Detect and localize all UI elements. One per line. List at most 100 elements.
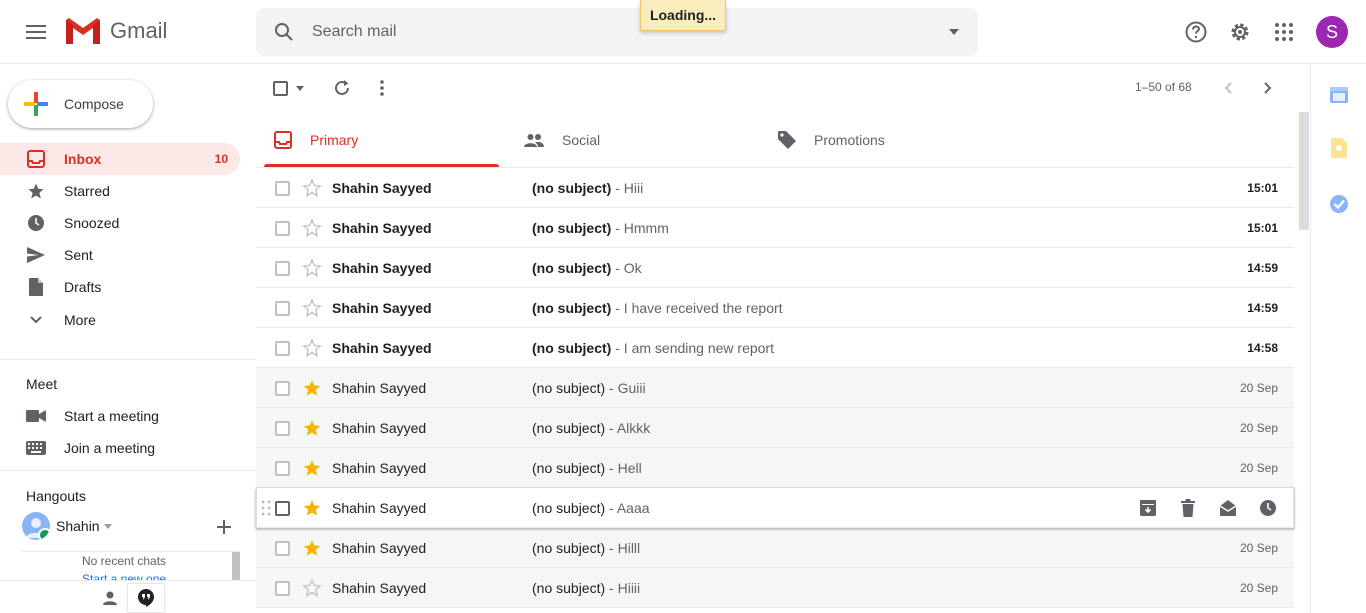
newer-page-button[interactable] xyxy=(1212,72,1244,104)
nav-item-more[interactable]: More xyxy=(0,304,240,336)
row-checkbox[interactable] xyxy=(275,341,290,356)
add-chat-icon[interactable] xyxy=(214,517,234,537)
email-row[interactable]: Shahin Sayyed (no subject) - Hiiii 20 Sep xyxy=(256,568,1294,608)
email-date: 14:59 xyxy=(1247,261,1278,275)
nav-label: Join a meeting xyxy=(64,440,156,456)
email-row[interactable]: Shahin Sayyed (no subject) - Alkkk 20 Sep xyxy=(256,408,1294,448)
select-all-button[interactable] xyxy=(266,72,310,104)
category-tabs: Primary Social Promotions xyxy=(256,112,1294,168)
contacts-tab[interactable] xyxy=(92,584,128,612)
email-subject: (no subject) xyxy=(532,540,606,556)
email-sender: Shahin Sayyed xyxy=(332,300,432,316)
star-outline-icon[interactable] xyxy=(302,298,322,318)
star-filled-icon[interactable] xyxy=(302,458,322,478)
email-subject: (no subject) xyxy=(532,500,606,516)
tab-promotions[interactable]: Promotions xyxy=(778,112,1018,168)
star-outline-icon[interactable] xyxy=(302,178,322,198)
mark-as-read-button[interactable] xyxy=(1214,494,1242,522)
email-row[interactable]: Shahin Sayyed (no subject) - Ok 14:59 xyxy=(256,248,1294,288)
star-outline-icon[interactable] xyxy=(302,258,322,278)
email-sender: Shahin Sayyed xyxy=(332,380,427,396)
refresh-button[interactable] xyxy=(326,72,358,104)
more-actions-button[interactable] xyxy=(366,72,398,104)
nav-item-sent[interactable]: Sent xyxy=(0,239,240,271)
email-row[interactable]: Shahin Sayyed (no subject) - Aaaa xyxy=(256,488,1294,528)
star-filled-icon[interactable] xyxy=(302,538,322,558)
support-button[interactable] xyxy=(1176,12,1216,52)
tab-primary[interactable]: Primary xyxy=(274,112,509,168)
tab-label: Social xyxy=(562,132,601,148)
search-input[interactable] xyxy=(312,20,912,44)
email-row[interactable]: Shahin Sayyed (no subject) - I have recei… xyxy=(256,288,1294,328)
nav-item-snoozed[interactable]: Snoozed xyxy=(0,207,240,239)
hamburger-menu-icon xyxy=(26,25,46,39)
row-checkbox[interactable] xyxy=(275,461,290,476)
email-row[interactable]: Shahin Sayyed (no subject) - I am sending… xyxy=(256,328,1294,368)
email-row[interactable]: Shahin Sayyed (no subject) - Hmmm 15:01 xyxy=(256,208,1294,248)
archive-icon xyxy=(1140,500,1156,516)
draft-icon xyxy=(26,277,46,297)
star-outline-icon[interactable] xyxy=(302,578,322,598)
tasks-addon-button[interactable] xyxy=(1329,194,1349,214)
email-snippet: - I have received the report xyxy=(611,300,783,316)
email-row[interactable]: Shahin Sayyed (no subject) - Guiii 20 Sep xyxy=(256,368,1294,408)
email-row[interactable]: Shahin Sayyed (no subject) - Hiii 15:01 xyxy=(256,168,1294,208)
loading-indicator: Loading... xyxy=(640,0,726,31)
search-bar[interactable] xyxy=(256,8,978,56)
drag-handle-icon[interactable] xyxy=(261,500,271,516)
nav-item-drafts[interactable]: Drafts xyxy=(0,271,240,303)
star-filled-icon[interactable] xyxy=(302,418,322,438)
email-subject-line: (no subject) - Hell xyxy=(532,460,642,476)
delete-button[interactable] xyxy=(1174,494,1202,522)
keep-addon-button[interactable] xyxy=(1329,138,1349,158)
row-checkbox[interactable] xyxy=(275,301,290,316)
apps-button[interactable] xyxy=(1264,12,1304,52)
nav-item-inbox[interactable]: Inbox 10 xyxy=(0,143,240,175)
row-checkbox[interactable] xyxy=(275,541,290,556)
start-meeting-link[interactable]: Start a meeting xyxy=(0,400,240,432)
star-filled-icon[interactable] xyxy=(302,498,322,518)
hangouts-user-menu[interactable]: Shahin xyxy=(22,512,112,540)
join-meeting-link[interactable]: Join a meeting xyxy=(0,432,240,464)
gmail-logo[interactable]: Gmail xyxy=(64,16,167,46)
row-checkbox[interactable] xyxy=(275,221,290,236)
select-checkbox[interactable] xyxy=(272,80,288,96)
row-checkbox[interactable] xyxy=(275,501,290,516)
clock-icon xyxy=(1260,500,1276,516)
hangouts-avatar xyxy=(22,512,50,540)
email-row[interactable]: Shahin Sayyed (no subject) - Hilll 20 Sep xyxy=(256,528,1294,568)
row-checkbox[interactable] xyxy=(275,421,290,436)
star-filled-icon[interactable] xyxy=(302,378,322,398)
message-list-scrollbar-thumb[interactable] xyxy=(1299,112,1309,230)
calendar-addon-button[interactable] xyxy=(1329,84,1349,104)
search-button[interactable] xyxy=(268,16,300,48)
email-row[interactable]: Shahin Sayyed (no subject) - Hell 20 Sep xyxy=(256,448,1294,488)
star-outline-icon[interactable] xyxy=(302,338,322,358)
conversations-tab[interactable] xyxy=(128,584,164,612)
refresh-icon xyxy=(335,80,349,95)
plus-icon xyxy=(24,92,48,116)
older-page-button[interactable] xyxy=(1252,72,1284,104)
person-icon xyxy=(103,591,117,605)
row-checkbox[interactable] xyxy=(275,381,290,396)
video-camera-icon xyxy=(26,406,46,426)
row-checkbox[interactable] xyxy=(275,181,290,196)
row-checkbox[interactable] xyxy=(275,261,290,276)
star-outline-icon[interactable] xyxy=(302,218,322,238)
row-checkbox[interactable] xyxy=(275,581,290,596)
archive-button[interactable] xyxy=(1134,494,1162,522)
main-menu-button[interactable] xyxy=(12,8,60,56)
search-options-button[interactable] xyxy=(944,22,964,42)
tab-social[interactable]: Social xyxy=(524,112,764,168)
email-date: 20 Sep xyxy=(1239,581,1278,595)
email-snippet: - I am sending new report xyxy=(611,340,774,356)
tag-icon xyxy=(778,131,796,149)
account-avatar[interactable]: S xyxy=(1316,16,1348,48)
snooze-button[interactable] xyxy=(1254,494,1282,522)
chats-scrollbar[interactable] xyxy=(232,552,240,581)
compose-button[interactable]: Compose xyxy=(8,80,153,128)
nav-item-starred[interactable]: Starred xyxy=(0,175,240,207)
settings-button[interactable] xyxy=(1220,12,1260,52)
hangouts-quote-icon xyxy=(138,589,154,607)
caret-down-icon[interactable] xyxy=(295,85,304,91)
